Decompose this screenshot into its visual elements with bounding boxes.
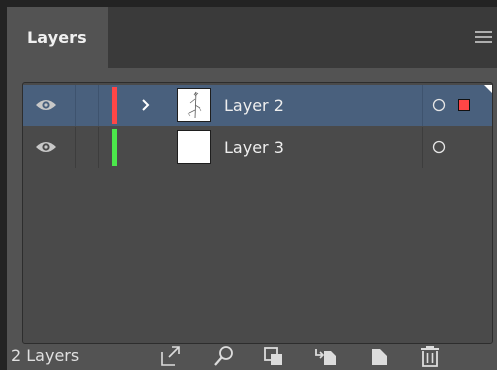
- column-divider: [422, 85, 423, 126]
- hamburger-menu-icon[interactable]: [475, 31, 495, 47]
- export-icon[interactable]: [158, 344, 182, 368]
- trash-icon[interactable]: [418, 344, 442, 368]
- eye-visibility-icon[interactable]: [35, 98, 57, 112]
- column-divider: [98, 127, 99, 168]
- locate-object-icon[interactable]: [212, 344, 236, 368]
- tab-layers[interactable]: Layers: [7, 7, 108, 68]
- layer-row-layer-3[interactable]: Layer 3: [23, 127, 492, 168]
- plant-sketch-thumbnail: [187, 91, 202, 119]
- corner-fold-marker: [484, 85, 492, 93]
- layer-thumbnail[interactable]: [177, 88, 211, 122]
- layer-row-layer-2[interactable]: Layer 2: [23, 85, 492, 126]
- clipping-mask-icon[interactable]: [262, 344, 286, 368]
- layer-name[interactable]: Layer 3: [224, 138, 284, 157]
- column-divider: [422, 127, 423, 168]
- layer-name[interactable]: Layer 2: [224, 96, 284, 115]
- layers-panel: Layers Layer 2 Layer 3 2 Layers: [7, 7, 497, 370]
- create-sublayer-icon[interactable]: [314, 344, 338, 368]
- new-layer-icon[interactable]: [367, 344, 391, 368]
- column-divider: [75, 127, 76, 168]
- target-circle-icon[interactable]: [432, 140, 446, 154]
- column-divider: [75, 85, 76, 126]
- chevron-right-icon[interactable]: [140, 97, 152, 113]
- layer-count-label: 2 Layers: [11, 346, 80, 365]
- target-circle-icon[interactable]: [432, 98, 446, 112]
- layer-color-indicator: [112, 87, 117, 124]
- layer-thumbnail[interactable]: [177, 130, 211, 164]
- layer-list: Layer 2 Layer 3: [22, 82, 493, 344]
- tab-layers-label: Layers: [27, 28, 87, 47]
- panel-tab-bar: Layers: [7, 7, 497, 68]
- column-divider: [98, 85, 99, 126]
- layer-color-indicator: [112, 129, 117, 166]
- eye-visibility-icon[interactable]: [35, 140, 57, 154]
- selection-indicator[interactable]: [458, 99, 470, 111]
